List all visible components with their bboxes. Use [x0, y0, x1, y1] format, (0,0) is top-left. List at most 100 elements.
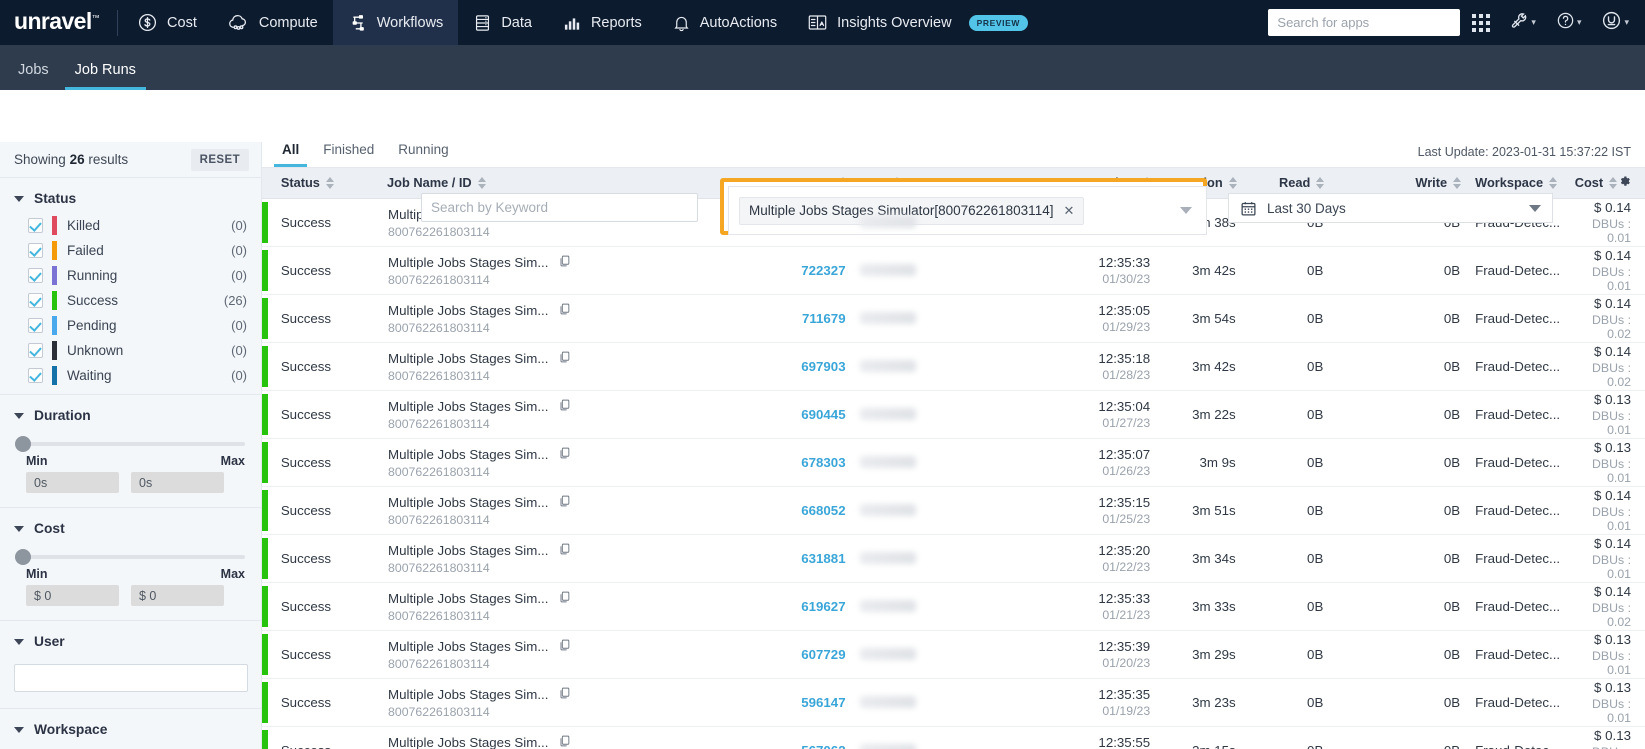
table-row[interactable]: SuccessMultiple Jobs Stages Sim...800762… — [262, 582, 1645, 630]
subtab-job-runs[interactable]: Job Runs — [64, 62, 146, 90]
job-runs-table: Status Job Name / ID Run ID User Start T… — [262, 168, 1645, 749]
nav-item-cost[interactable]: Cost — [122, 0, 212, 45]
duration-min-input[interactable] — [26, 472, 119, 493]
job-select-dropdown[interactable]: Multiple Jobs Stages Simulator[800762261… — [728, 186, 1207, 235]
nav-item-reports[interactable]: Reports — [547, 0, 657, 45]
tools-menu-button[interactable]: ▾ — [1502, 0, 1544, 45]
status-filter-row[interactable]: Killed (0) — [0, 213, 261, 238]
run-id-link[interactable]: 596147 — [801, 695, 845, 710]
sort-icon[interactable] — [1453, 176, 1462, 189]
reset-filters-button[interactable]: RESET — [190, 148, 249, 171]
status-filter-row[interactable]: Unknown (0) — [0, 338, 261, 363]
copy-icon[interactable] — [558, 398, 571, 415]
table-row[interactable]: SuccessMultiple Jobs Stages Sim...800762… — [262, 726, 1645, 749]
workspace-filter-header[interactable]: Workspace — [0, 717, 261, 744]
status-filter-row[interactable]: Waiting (0) — [0, 363, 261, 388]
duration-max-input[interactable] — [131, 472, 224, 493]
help-menu-button[interactable]: ▾ — [1548, 0, 1590, 45]
status-checkbox-pending[interactable] — [28, 318, 43, 333]
tab-running[interactable]: Running — [390, 142, 456, 167]
copy-icon[interactable] — [558, 686, 571, 703]
workspace-value: Fraud-Detec... — [1475, 454, 1561, 470]
table-row[interactable]: SuccessMultiple Jobs Stages Sim...800762… — [262, 342, 1645, 390]
nav-item-insights-overview[interactable]: Insights Overview PREVIEW — [792, 0, 1043, 45]
date-range-picker[interactable]: Last 30 Days — [1228, 193, 1553, 223]
status-filter-row[interactable]: Running (0) — [0, 263, 261, 288]
cost-slider[interactable] — [0, 543, 261, 565]
th-settings[interactable] — [1617, 168, 1645, 199]
subtab-jobs[interactable]: Jobs — [8, 62, 59, 90]
gear-icon[interactable] — [1617, 176, 1632, 192]
duration-slider-handle[interactable] — [15, 436, 31, 452]
table-row[interactable]: SuccessMultiple Jobs Stages Sim...800762… — [262, 630, 1645, 678]
sort-icon[interactable] — [1609, 176, 1618, 189]
tab-finished[interactable]: Finished — [315, 142, 382, 167]
status-filter-row[interactable]: Failed (0) — [0, 238, 261, 263]
table-row[interactable]: SuccessMultiple Jobs Stages Sim...800762… — [262, 294, 1645, 342]
nav-item-autoactions[interactable]: AutoActions — [657, 0, 792, 45]
cost-slider-handle[interactable] — [15, 549, 31, 565]
nav-item-compute[interactable]: Compute — [212, 0, 333, 45]
status-checkbox-waiting[interactable] — [28, 368, 43, 383]
unravel-logo[interactable]: unravel™ — [0, 8, 117, 35]
table-row[interactable]: SuccessMultiple Jobs Stages Sim...800762… — [262, 486, 1645, 534]
copy-icon[interactable] — [558, 494, 571, 511]
nav-item-data[interactable]: Data — [458, 0, 547, 45]
status-checkbox-killed[interactable] — [28, 218, 43, 233]
run-id-link[interactable]: 722327 — [801, 263, 845, 278]
apps-grid-button[interactable] — [1464, 0, 1498, 45]
app-search-input[interactable] — [1268, 9, 1461, 36]
status-checkbox-unknown[interactable] — [28, 343, 43, 358]
run-id-link[interactable]: 607729 — [801, 647, 845, 662]
nav-item-workflows[interactable]: Workflows — [332, 0, 459, 45]
user-filter-input[interactable] — [14, 664, 248, 692]
table-row[interactable]: SuccessMultiple Jobs Stages Sim...800762… — [262, 390, 1645, 438]
sort-icon[interactable] — [477, 176, 486, 189]
copy-icon[interactable] — [558, 446, 571, 463]
cost-slider-rail — [16, 555, 245, 559]
run-id-link[interactable]: 690445 — [801, 407, 845, 422]
chevron-down-icon[interactable] — [1180, 207, 1192, 214]
table-row[interactable]: SuccessMultiple Jobs Stages Sim...800762… — [262, 534, 1645, 582]
user-filter-header[interactable]: User — [0, 629, 261, 656]
sort-icon[interactable] — [1549, 176, 1558, 189]
run-id-link[interactable]: 631881 — [801, 551, 845, 566]
run-id-link[interactable]: 668052 — [801, 503, 845, 518]
run-id-link[interactable]: 697903 — [801, 359, 845, 374]
status-filter-row[interactable]: Success (26) — [0, 288, 261, 313]
th-status[interactable]: Status — [274, 168, 388, 199]
user-menu-button[interactable]: ▾ — [1593, 0, 1637, 45]
copy-icon[interactable] — [558, 542, 571, 559]
copy-icon[interactable] — [558, 590, 571, 607]
copy-icon[interactable] — [558, 638, 571, 655]
status-checkbox-failed[interactable] — [28, 243, 43, 258]
run-id-link[interactable]: 567062 — [801, 743, 845, 749]
cost-min-input[interactable] — [26, 585, 119, 606]
copy-icon[interactable] — [558, 254, 571, 271]
table-row[interactable]: SuccessMultiple Jobs Stages Sim...800762… — [262, 438, 1645, 486]
copy-icon[interactable] — [558, 350, 571, 367]
duration-filter-header[interactable]: Duration — [0, 403, 261, 430]
status-checkbox-success[interactable] — [28, 293, 43, 308]
status-filter-header[interactable]: Status — [0, 186, 261, 213]
table-row[interactable]: SuccessMultiple Jobs Stages Sim...800762… — [262, 678, 1645, 726]
run-id-link[interactable]: 619627 — [801, 599, 845, 614]
cost-max-input[interactable] — [131, 585, 224, 606]
status-filter-row[interactable]: Pending (0) — [0, 313, 261, 338]
cell-run-id: 697903 — [761, 342, 847, 390]
copy-icon[interactable] — [558, 734, 571, 749]
remove-job-chip-icon[interactable]: ✕ — [1063, 203, 1074, 219]
th-cost[interactable]: Cost — [1575, 168, 1618, 199]
keyword-search-input[interactable] — [421, 193, 698, 222]
tab-all[interactable]: All — [274, 142, 308, 167]
sort-icon[interactable] — [1228, 176, 1237, 189]
run-id-link[interactable]: 711679 — [802, 311, 846, 326]
copy-icon[interactable] — [558, 302, 571, 319]
status-checkbox-running[interactable] — [28, 268, 43, 283]
table-row[interactable]: SuccessMultiple Jobs Stages Sim...800762… — [262, 246, 1645, 294]
sort-icon[interactable] — [1316, 176, 1325, 189]
run-id-link[interactable]: 678303 — [801, 455, 845, 470]
sort-icon[interactable] — [325, 176, 334, 189]
duration-slider[interactable] — [0, 430, 261, 452]
cost-filter-header[interactable]: Cost — [0, 516, 261, 543]
